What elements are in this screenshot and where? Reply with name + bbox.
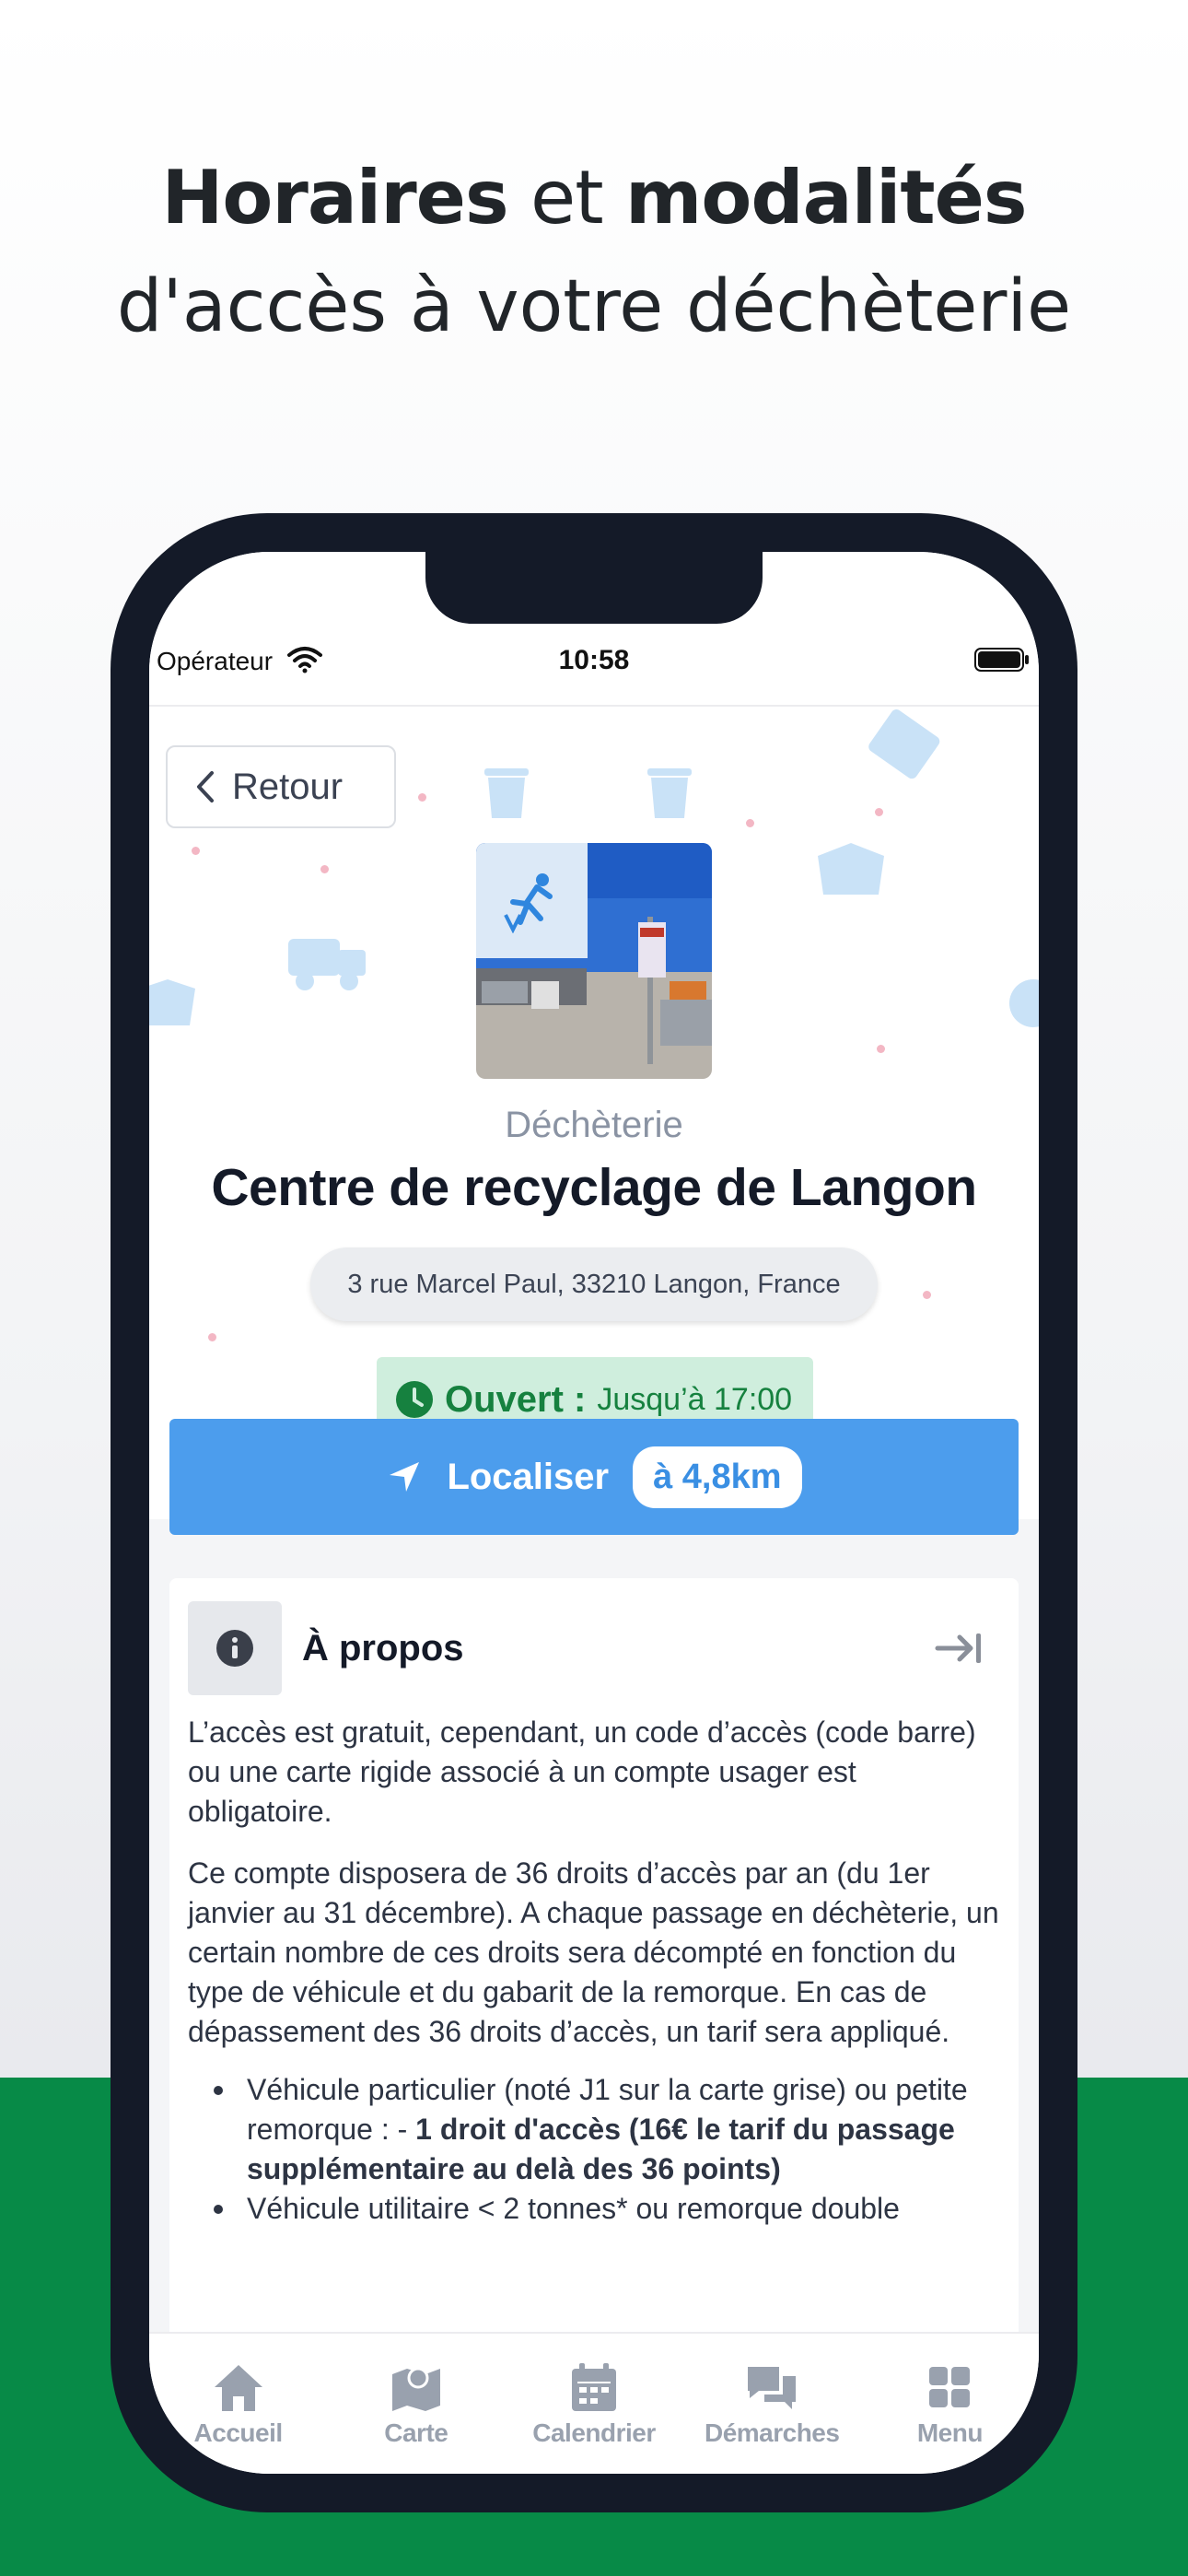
headline-bold-2: modalités <box>625 155 1028 240</box>
about-title: À propos <box>302 1627 464 1669</box>
facility-category: Déchèterie <box>505 1105 683 1145</box>
decor-dot <box>875 808 883 816</box>
back-label: Retour <box>232 766 344 807</box>
expand-arrow-icon[interactable] <box>934 1628 985 1669</box>
battery-icon <box>974 648 1029 672</box>
decor-dot <box>208 1333 216 1341</box>
phone-screen: Opérateur 10:58 Retour Déchèterie Centre… <box>149 552 1039 2474</box>
headline-line-2: d'accès à votre déchèterie <box>116 265 1072 348</box>
trash-icon <box>647 768 692 818</box>
trash-icon <box>484 768 529 818</box>
scroll-content[interactable]: Retour Déchèterie Centre de recyclage de… <box>149 708 1039 2332</box>
back-button[interactable]: Retour <box>166 745 396 828</box>
bottom-tab-bar: Accueil Carte Calendrier Démarches Menu <box>149 2332 1039 2474</box>
truck-deco-icon <box>1009 979 1039 1027</box>
truck-deco-icon <box>288 939 366 990</box>
chat-icon <box>748 2367 797 2409</box>
locate-label: Localiser <box>447 1456 610 1497</box>
locate-button[interactable]: Localiser à 4,8km <box>169 1419 1019 1535</box>
box-deco-icon <box>818 843 884 895</box>
facility-address[interactable]: 3 rue Marcel Paul, 33210 Langon, France <box>310 1247 878 1321</box>
decor-dot <box>923 1291 931 1299</box>
distance-badge: à 4,8km <box>633 1446 802 1508</box>
decor-dot <box>877 1045 885 1053</box>
recycling-person-icon <box>503 872 553 933</box>
headline-bold-1: Horaires <box>161 155 508 240</box>
grid-icon <box>929 2367 971 2407</box>
facility-thumbnail[interactable] <box>476 843 712 1079</box>
about-header[interactable]: À propos <box>188 1600 1000 1696</box>
facility-logo <box>476 843 588 958</box>
map-icon <box>391 2367 440 2411</box>
phone-frame: Opérateur 10:58 Retour Déchèterie Centre… <box>111 513 1077 2512</box>
tab-label: Accueil <box>193 2418 284 2447</box>
clock-icon <box>396 1381 433 1418</box>
bullet-2-text: Véhicule utilitaire < 2 tonnes* ou remor… <box>247 2192 900 2225</box>
tab-carte[interactable]: Carte <box>327 2334 505 2474</box>
home-icon <box>214 2365 262 2411</box>
navigation-arrow-icon <box>390 1462 420 1492</box>
about-paragraph-2: Ce compte disposera de 36 droits d’accès… <box>188 1856 999 2048</box>
tab-label: Démarches <box>704 2418 840 2447</box>
list-item: Véhicule particulier (noté J1 sur la car… <box>199 2070 1000 2189</box>
facility-name: Centre de recyclage de Langon <box>211 1158 977 1217</box>
clock: 10:58 <box>558 645 630 675</box>
access-rules-list: Véhicule particulier (noté J1 sur la car… <box>188 2070 1000 2229</box>
tab-accueil[interactable]: Accueil <box>149 2334 327 2474</box>
decor-dot <box>418 793 426 802</box>
tab-demarches[interactable]: Démarches <box>683 2334 861 2474</box>
box-deco-icon <box>149 979 195 1025</box>
tab-calendrier[interactable]: Calendrier <box>505 2334 682 2474</box>
about-card: À propos L’accès est gratuit, cependant,… <box>169 1578 1019 2332</box>
status-until-label: Jusqu’à 17:00 <box>597 1381 793 1417</box>
marketing-headline: Horaires et modalités d'accès à votre dé… <box>0 147 1188 365</box>
headline-mid: et <box>507 155 626 240</box>
tab-label: Calendrier <box>532 2418 656 2447</box>
decor-dot <box>192 847 200 855</box>
tab-label: Menu <box>916 2418 984 2447</box>
calendar-icon <box>572 2363 616 2411</box>
about-paragraph-1: L’accès est gratuit, cependant, un code … <box>188 1715 976 1828</box>
list-item: Véhicule utilitaire < 2 tonnes* ou remor… <box>199 2189 1000 2229</box>
chevron-left-icon <box>197 771 214 802</box>
decor-dot <box>746 819 754 827</box>
info-icon <box>216 1630 253 1667</box>
calendar-deco-icon <box>868 709 940 779</box>
phone-notch <box>425 552 763 624</box>
status-open-label: Ouvert : <box>445 1378 587 1420</box>
tab-label: Carte <box>384 2418 448 2447</box>
tab-menu[interactable]: Menu <box>861 2334 1039 2474</box>
info-icon-box <box>188 1601 282 1695</box>
decor-dot <box>320 865 329 873</box>
hero-section: Retour Déchèterie Centre de recyclage de… <box>149 708 1039 1519</box>
